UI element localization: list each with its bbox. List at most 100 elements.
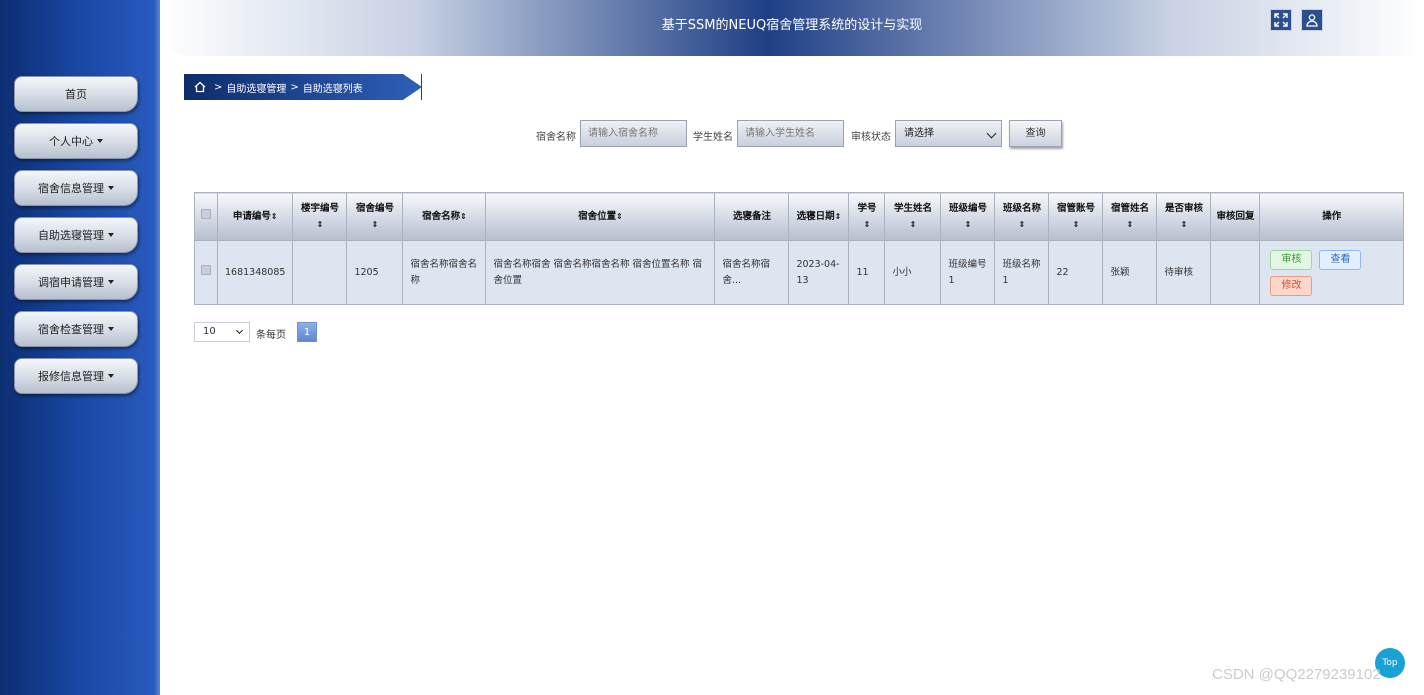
- sidebar-item-label: 首页: [65, 88, 87, 101]
- home-icon[interactable]: [194, 81, 206, 93]
- row-checkbox[interactable]: [201, 264, 211, 275]
- col-actions: 操作: [1259, 192, 1404, 241]
- view-button[interactable]: 查看: [1319, 249, 1362, 270]
- caret-down-icon: [108, 374, 114, 378]
- col-label: 宿舍编号: [355, 202, 394, 214]
- cell-student-name: 小小: [884, 240, 942, 305]
- sidebar-item-transfer-apply[interactable]: 调宿申请管理: [14, 264, 138, 300]
- breadcrumb-divider: [421, 74, 422, 100]
- header: 基于SSM的NEUQ宿舍管理系统的设计与实现: [160, 0, 1424, 56]
- page-size-value: 10: [203, 326, 216, 337]
- col-is-audited[interactable]: 是否审核 ⇕: [1156, 192, 1212, 241]
- page-title: 基于SSM的NEUQ宿舍管理系统的设计与实现: [661, 18, 923, 33]
- sort-icon: ⇕: [371, 219, 379, 229]
- student-name-input[interactable]: 请输入学生姓名: [737, 120, 844, 147]
- audit-button[interactable]: 审核: [1270, 249, 1313, 270]
- caret-down-icon: [108, 186, 114, 190]
- cell-dorm-id: 1205: [346, 240, 404, 305]
- cell-audit-reply: [1210, 240, 1261, 305]
- chevron-down-icon: [986, 128, 997, 139]
- sort-icon: ⇕: [316, 219, 324, 229]
- col-dorm-name[interactable]: 宿舍名称⇕: [402, 192, 487, 241]
- sort-icon: ⇕: [616, 211, 623, 221]
- cell-remark: 宿舍名称宿舍...: [714, 240, 790, 305]
- query-button[interactable]: 查询: [1009, 120, 1062, 147]
- sidebar-item-label: 报修信息管理: [38, 370, 104, 383]
- search-bar: 宿舍名称 请输入宿舍名称 学生姓名 请输入学生姓名 审核状态 请选择 查询: [0, 120, 1424, 148]
- col-dorm-id[interactable]: 宿舍编号 ⇕: [346, 192, 404, 241]
- sidebar-item-label: 自助选寝管理: [38, 229, 104, 242]
- caret-down-icon: [108, 280, 114, 284]
- col-building-id[interactable]: 楼宇编号 ⇕: [292, 192, 348, 241]
- col-class-id[interactable]: 班级编号 ⇕: [940, 192, 996, 241]
- cell-is-audited: 待审核: [1156, 240, 1212, 305]
- col-class-name[interactable]: 班级名称 ⇕: [994, 192, 1050, 241]
- fullscreen-icon[interactable]: [1270, 9, 1292, 31]
- data-table: 申请编号⇕ 楼宇编号 ⇕ 宿舍编号 ⇕ 宿舍名称⇕ 宿舍位置⇕ 选寝备注 选寝日期⇕…: [194, 192, 1404, 305]
- breadcrumb: > 自助选寝管理 > 自助选寝列表: [184, 74, 422, 100]
- cell-actions: 审核 查看 修改: [1259, 240, 1404, 305]
- col-student-no[interactable]: 学号 ⇕: [848, 192, 886, 241]
- per-page-label: 条每页: [256, 330, 286, 341]
- sidebar-item-dorm-info[interactable]: 宿舍信息管理: [14, 170, 138, 206]
- col-label: 申请编号: [232, 210, 271, 222]
- col-remark: 选寝备注: [714, 192, 790, 241]
- select-all-cell[interactable]: [194, 192, 218, 241]
- col-label: 学号: [857, 202, 877, 214]
- col-label: 审核回复: [1216, 210, 1255, 222]
- col-label: 是否审核: [1164, 202, 1203, 214]
- col-label: 选寝日期: [796, 210, 835, 222]
- sidebar-item-repair-info[interactable]: 报修信息管理: [14, 358, 138, 394]
- col-label: 学生姓名: [893, 202, 932, 214]
- col-manager-account[interactable]: 宿管账号 ⇕: [1048, 192, 1104, 241]
- watermark: CSDN @QQ2279239102: [1212, 666, 1381, 683]
- col-manager-name[interactable]: 宿管姓名 ⇕: [1102, 192, 1158, 241]
- row-select-cell[interactable]: [194, 240, 218, 305]
- col-label: 班级名称: [1002, 202, 1041, 214]
- sort-icon: ⇕: [460, 211, 467, 221]
- breadcrumb-item-self-select[interactable]: 自助选寝管理: [226, 80, 286, 95]
- col-date[interactable]: 选寝日期⇕: [788, 192, 850, 241]
- sort-icon: ⇕: [1180, 219, 1188, 229]
- table-row: 1681348085 1205 宿舍名称宿舍名称 宿舍名称宿舍 宿舍名称宿舍名称…: [194, 240, 1404, 305]
- sidebar-item-self-select[interactable]: 自助选寝管理: [14, 217, 138, 253]
- dorm-name-label: 宿舍名称: [536, 132, 576, 143]
- col-label: 宿管姓名: [1110, 202, 1149, 214]
- table-header-row: 申请编号⇕ 楼宇编号 ⇕ 宿舍编号 ⇕ 宿舍名称⇕ 宿舍位置⇕ 选寝备注 选寝日期⇕…: [194, 192, 1404, 241]
- cell-dorm-name: 宿舍名称宿舍名称: [402, 240, 487, 305]
- sort-icon: ⇕: [964, 219, 972, 229]
- audit-status-label: 审核状态: [851, 132, 891, 143]
- cell-student-no: 11: [848, 240, 886, 305]
- col-label: 宿舍名称: [422, 210, 461, 222]
- sidebar-item-dorm-check[interactable]: 宿舍检查管理: [14, 311, 138, 347]
- breadcrumb-item-self-select-list: 自助选寝列表: [302, 83, 363, 95]
- sidebar: 首页 个人中心 宿舍信息管理 自助选寝管理 调宿申请管理 宿舍检查管理 报修信息…: [0, 0, 160, 695]
- sidebar-item-label: 宿舍信息管理: [38, 182, 104, 195]
- col-apply-id[interactable]: 申请编号⇕: [216, 192, 294, 241]
- sidebar-item-label: 宿舍检查管理: [38, 323, 104, 336]
- page-size-select[interactable]: 10: [194, 322, 250, 342]
- student-name-label: 学生姓名: [693, 132, 733, 143]
- sidebar-item-label: 调宿申请管理: [38, 276, 104, 289]
- col-dorm-location[interactable]: 宿舍位置⇕: [485, 192, 716, 241]
- page-number-current[interactable]: 1: [297, 322, 317, 342]
- user-icon[interactable]: [1301, 9, 1323, 31]
- cell-class-id: 班级编号1: [940, 240, 996, 305]
- sort-icon: ⇕: [863, 219, 871, 229]
- col-label: 宿管账号: [1056, 202, 1095, 214]
- sort-icon: ⇕: [1018, 219, 1026, 229]
- sort-icon: ⇕: [1126, 219, 1134, 229]
- breadcrumb-sep: >: [290, 81, 299, 93]
- col-label: 楼宇编号: [300, 202, 339, 214]
- caret-down-icon: [108, 327, 114, 331]
- sidebar-item-home[interactable]: 首页: [14, 76, 138, 112]
- select-all-checkbox[interactable]: [201, 208, 211, 219]
- caret-down-icon: [108, 233, 114, 237]
- edit-button[interactable]: 修改: [1270, 275, 1313, 296]
- col-student-name[interactable]: 学生姓名 ⇕: [884, 192, 942, 241]
- sort-icon: ⇕: [834, 211, 842, 221]
- cell-class-name: 班级名称1: [994, 240, 1050, 305]
- dorm-name-input[interactable]: 请输入宿舍名称: [580, 120, 687, 147]
- sort-icon: ⇕: [270, 211, 278, 221]
- audit-status-select[interactable]: 请选择: [895, 120, 1002, 147]
